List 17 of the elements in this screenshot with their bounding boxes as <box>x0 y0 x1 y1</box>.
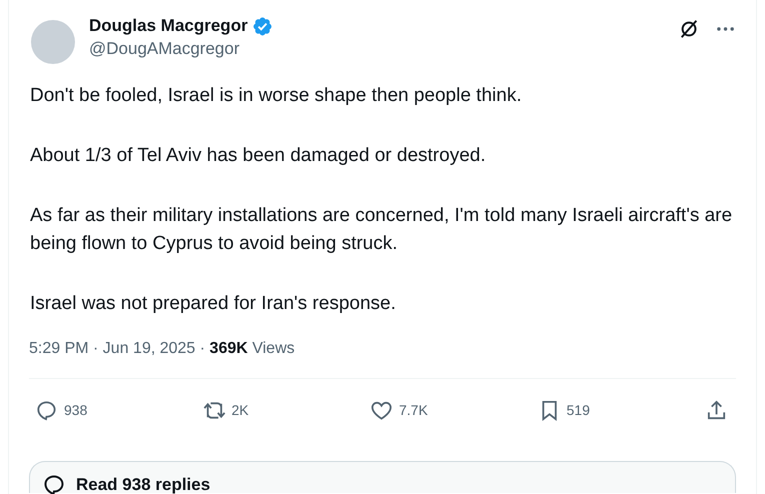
post-timestamp-views: 5:29 PM · Jun 19, 2025 · 369K Views <box>29 340 736 379</box>
share-icon[interactable] <box>705 398 728 422</box>
read-replies-button[interactable]: Read 938 replies <box>29 461 736 493</box>
post-paragraph: As far as their military installations are concerned, I'm told many Israeli aircraft's are being flown to Cyprus to avoid being struck. <box>29 204 734 256</box>
speech-bubble-icon[interactable] <box>35 398 58 422</box>
author-name[interactable]: Douglas Macgregor <box>89 16 248 36</box>
action-count: 938 <box>64 402 88 418</box>
post-paragraph: Israel was not prepared for Iran's response. <box>29 292 397 316</box>
action-count: 2K <box>232 402 249 418</box>
post-paragraph: Don't be fooled, Israel is in worse shape then people think. <box>29 84 523 108</box>
author-handle[interactable]: @DougAMacgregor <box>89 39 678 59</box>
action-count: 7.7K <box>399 402 428 418</box>
slashed-circle-icon[interactable] <box>678 18 700 40</box>
more-options-icon[interactable] <box>716 26 735 32</box>
post-paragraph: About 1/3 of Tel Aviv has been damaged or destroyed. <box>29 144 487 168</box>
speech-bubble-icon <box>42 472 66 494</box>
action-count: 519 <box>566 402 590 418</box>
